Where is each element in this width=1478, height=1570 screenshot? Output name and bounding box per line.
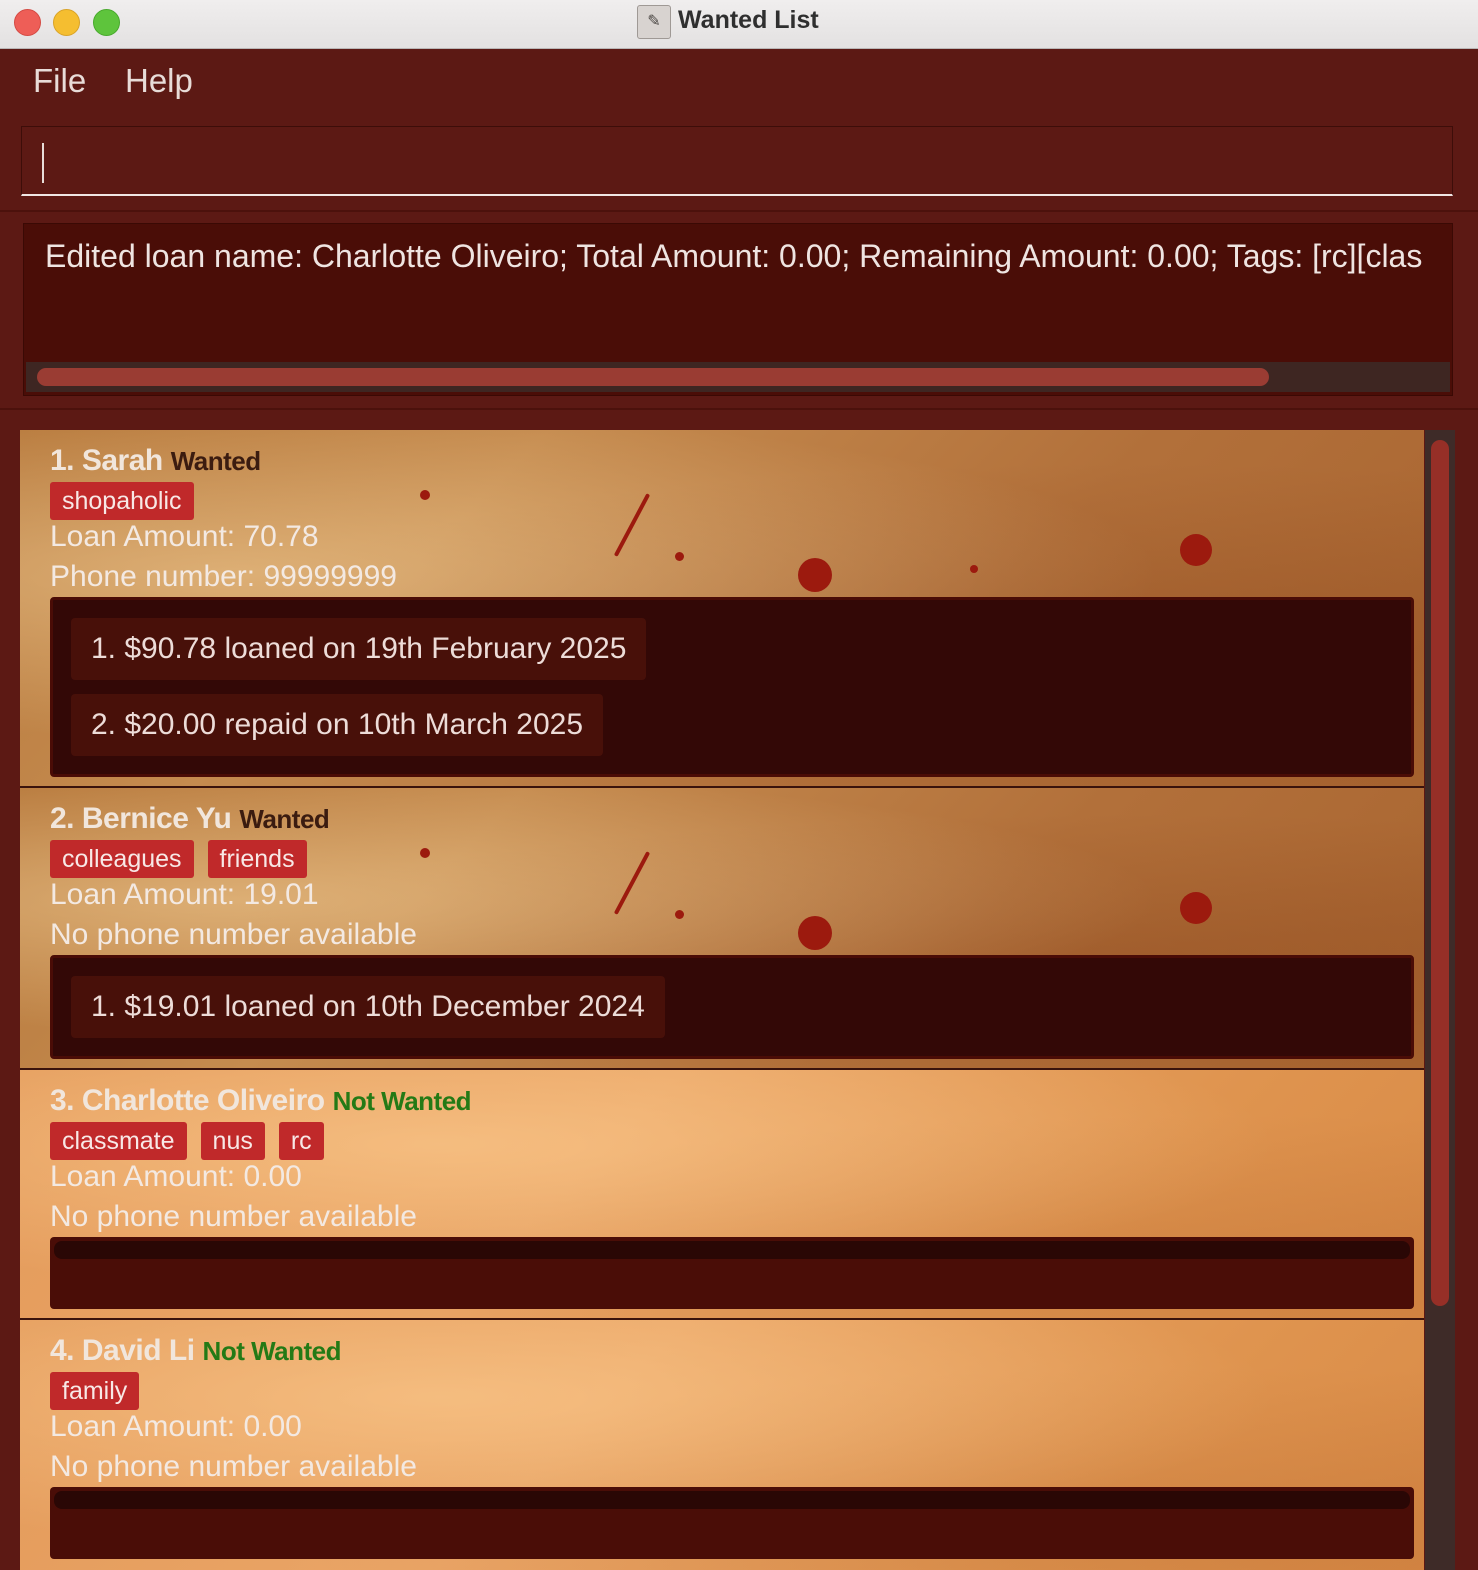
person-list: 1. Sarah Wanted shopaholic Loan Amount: 7… (20, 430, 1424, 1570)
person-card[interactable]: 3. Charlotte Oliveiro Not Wanted classmat… (20, 1070, 1424, 1320)
phone-number: No phone number available (50, 1450, 417, 1483)
transaction-list (50, 1487, 1414, 1559)
divider (0, 210, 1478, 212)
result-horizontal-scrollbar[interactable] (26, 362, 1450, 392)
tag: classmate (50, 1122, 187, 1160)
result-text: Edited loan name: Charlotte Oliveiro; To… (45, 238, 1423, 274)
loan-amount: Loan Amount: 0.00 (50, 1160, 302, 1193)
loan-amount: Loan Amount: 19.01 (50, 878, 319, 911)
command-input[interactable] (21, 126, 1453, 196)
person-name: 2. Bernice Yu Wanted (50, 802, 330, 835)
empty-transaction-area (54, 1491, 1410, 1509)
phone-number: No phone number available (50, 918, 417, 951)
text-caret (42, 143, 44, 183)
menu-help[interactable]: Help (125, 62, 193, 100)
tag: nus (200, 1122, 265, 1160)
window-title: Wanted List (678, 6, 819, 34)
result-display: Edited loan name: Charlotte Oliveiro; To… (23, 223, 1453, 396)
tag: friends (207, 840, 307, 878)
transaction-item[interactable]: 1. $90.78 loaned on 19th February 2025 (71, 618, 647, 680)
loan-amount: Loan Amount: 70.78 (50, 520, 319, 553)
transaction-list: 1. $19.01 loaned on 10th December 2024 (50, 955, 1414, 1059)
status-label: Wanted (170, 446, 261, 476)
minimize-window-button[interactable] (53, 9, 80, 36)
status-label: Wanted (239, 804, 330, 834)
phone-number: No phone number available (50, 1200, 417, 1233)
transaction-item[interactable]: 2. $20.00 repaid on 10th March 2025 (71, 694, 604, 756)
empty-transaction-area (54, 1241, 1410, 1259)
tag-list: family (50, 1372, 140, 1410)
tag: rc (278, 1122, 324, 1160)
blood-splatter (420, 848, 430, 858)
blood-splatter (613, 493, 651, 557)
blood-splatter (675, 910, 684, 919)
blood-splatter (420, 490, 430, 500)
person-name: 3. Charlotte Oliveiro Not Wanted (50, 1084, 472, 1117)
loan-amount: Loan Amount: 0.00 (50, 1410, 302, 1443)
tag: colleagues (50, 840, 194, 878)
close-window-button[interactable] (14, 9, 41, 36)
blood-splatter (1180, 534, 1212, 566)
blood-splatter (970, 565, 978, 573)
tag: shopaholic (50, 482, 194, 520)
transaction-item[interactable]: 1. $19.01 loaned on 10th December 2024 (71, 976, 665, 1038)
blood-splatter (675, 552, 684, 561)
transaction-list (50, 1237, 1414, 1309)
person-card[interactable]: 4. David Li Not Wanted family Loan Amount… (20, 1320, 1424, 1570)
person-card[interactable]: 1. Sarah Wanted shopaholic Loan Amount: 7… (20, 430, 1424, 788)
divider (0, 408, 1478, 410)
blood-splatter (1180, 892, 1212, 924)
person-name: 1. Sarah Wanted (50, 444, 261, 477)
person-name: 4. David Li Not Wanted (50, 1334, 342, 1367)
status-label: Not Wanted (202, 1336, 342, 1366)
tag: family (50, 1372, 140, 1410)
window-title-bar: ✎ Wanted List (0, 0, 1478, 49)
menu-file[interactable]: File (33, 62, 86, 100)
tag-list: classmate nus rc (50, 1122, 324, 1160)
transaction-list: 1. $90.78 loaned on 19th February 2025 2… (50, 597, 1414, 777)
menu-bar: File Help (0, 50, 1478, 114)
result-scrollbar-thumb[interactable] (37, 368, 1269, 386)
maximize-window-button[interactable] (93, 9, 120, 36)
blood-splatter (613, 851, 651, 915)
list-scrollbar-thumb[interactable] (1431, 440, 1449, 1306)
app-icon: ✎ (637, 5, 671, 39)
blood-splatter (798, 916, 832, 950)
blood-splatter (798, 558, 832, 592)
phone-number: Phone number: 99999999 (50, 560, 397, 593)
tag-list: colleagues friends (50, 840, 307, 878)
list-vertical-scrollbar[interactable] (1425, 430, 1455, 1570)
person-card[interactable]: 2. Bernice Yu Wanted colleagues friends L… (20, 788, 1424, 1070)
status-label: Not Wanted (332, 1086, 472, 1116)
tag-list: shopaholic (50, 482, 194, 520)
